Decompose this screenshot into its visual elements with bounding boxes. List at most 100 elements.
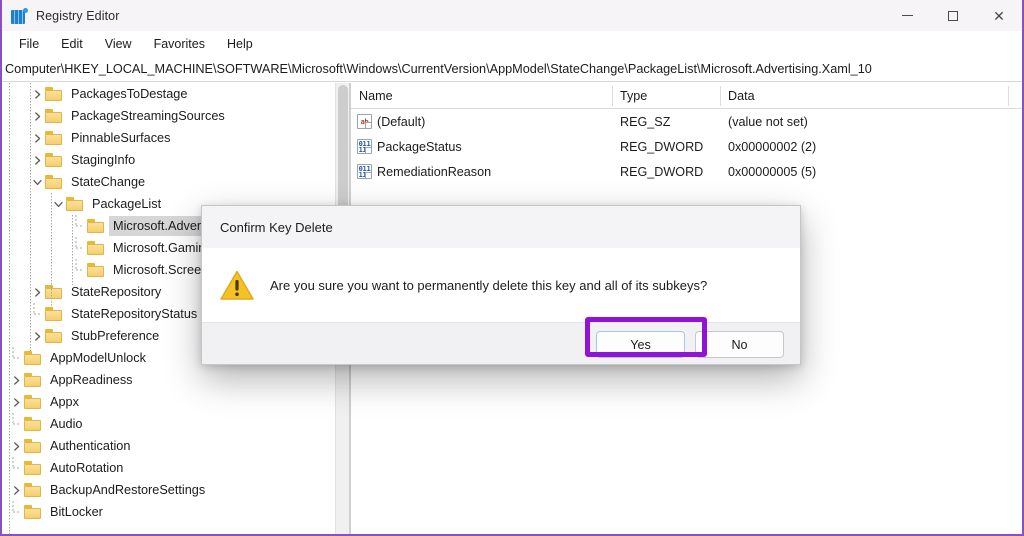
folder-icon: [45, 109, 62, 123]
column-header-end-divider: [1008, 86, 1009, 106]
tree-indent-spacer: [2, 83, 29, 105]
tree-leaf-connector: [71, 237, 87, 259]
close-icon: ✕: [993, 7, 1005, 24]
folder-icon: [24, 417, 41, 431]
dword-value-icon: 011 110: [357, 164, 372, 179]
tree-item-staginginfo[interactable]: StagingInfo: [2, 149, 335, 171]
column-header-data[interactable]: Data: [720, 83, 1008, 109]
tree-item-appreadiness[interactable]: AppReadiness: [2, 369, 335, 391]
tree-item-statechange[interactable]: StateChange: [2, 171, 335, 193]
value-row[interactable]: 011 110 PackageStatus REG_DWORD 0x00000002 (…: [351, 134, 1022, 159]
folder-icon: [24, 505, 41, 519]
tree-indent-spacer: [2, 325, 29, 347]
folder-icon: [45, 285, 62, 299]
tree-item-label: Appx: [50, 395, 79, 409]
chevron-right-icon[interactable]: [8, 479, 24, 501]
value-data: 0x00000002 (2): [728, 139, 817, 154]
chevron-right-icon[interactable]: [29, 127, 45, 149]
tree-item-label: PackagesToDestage: [71, 87, 188, 101]
value-data: 0x00000005 (5): [728, 164, 817, 179]
tree-indent-spacer: [2, 149, 29, 171]
tree-item-label-wrap: StagingInfo: [67, 150, 139, 170]
tree-item-label: AppReadiness: [50, 373, 133, 387]
registry-editor-icon: [11, 7, 28, 24]
tree-guide-line: [72, 215, 73, 285]
tree-indent-spacer: [2, 303, 29, 325]
maximize-button[interactable]: [930, 0, 976, 31]
chevron-right-icon[interactable]: [8, 391, 24, 413]
tree-item-label: Audio: [50, 417, 83, 431]
tree-item-label-wrap: AppModelUnlock: [46, 348, 150, 368]
menu-item-help[interactable]: Help: [216, 34, 264, 54]
column-header-name[interactable]: Name: [351, 83, 612, 109]
column-header-type[interactable]: Type: [612, 83, 720, 109]
folder-icon: [24, 439, 41, 453]
tree-item-bitlocker[interactable]: BitLocker: [2, 501, 335, 523]
tree-leaf-connector: [8, 501, 24, 523]
title-bar: Registry Editor ✕: [2, 0, 1022, 31]
value-data: (value not set): [728, 114, 808, 129]
chevron-down-icon[interactable]: [29, 171, 45, 193]
menu-item-view[interactable]: View: [94, 34, 143, 54]
value-name-cell: 011 110 RemediationReason: [351, 164, 612, 179]
value-type: REG_SZ: [620, 114, 671, 129]
folder-icon: [24, 373, 41, 387]
chevron-right-icon[interactable]: [29, 325, 45, 347]
tree-item-label-wrap: PinnableSurfaces: [67, 128, 174, 148]
tree-indent-spacer: [2, 281, 29, 303]
window-controls: ✕: [884, 0, 1022, 31]
tree-item-authentication[interactable]: Authentication: [2, 435, 335, 457]
tree-item-label-wrap: StubPreference: [67, 326, 163, 346]
menu-item-edit[interactable]: Edit: [50, 34, 94, 54]
tree-item-appx[interactable]: Appx: [2, 391, 335, 413]
address-bar[interactable]: Computer\HKEY_LOCAL_MACHINE\SOFTWARE\Mic…: [2, 57, 1022, 82]
chevron-right-icon[interactable]: [29, 83, 45, 105]
minimize-button[interactable]: [884, 0, 930, 31]
chevron-right-icon[interactable]: [29, 105, 45, 127]
tree-item-pinnablesurfaces[interactable]: PinnableSurfaces: [2, 127, 335, 149]
yes-button[interactable]: Yes: [596, 331, 685, 358]
chevron-right-icon[interactable]: [29, 281, 45, 303]
tree-item-label: AutoRotation: [50, 461, 124, 475]
dialog-footer: Yes No: [202, 322, 800, 364]
tree-item-label-wrap: PackageList: [88, 194, 165, 214]
value-row[interactable]: 011 110 RemediationReason REG_DWORD 0x000000…: [351, 159, 1022, 184]
tree-item-backupandrestoresettings[interactable]: BackupAndRestoreSettings: [2, 479, 335, 501]
tree-item-packagestreamingsources[interactable]: PackageStreamingSources: [2, 105, 335, 127]
tree-indent-spacer: [2, 259, 71, 281]
menu-item-file[interactable]: File: [8, 34, 50, 54]
chevron-right-icon[interactable]: [8, 369, 24, 391]
folder-icon: [45, 329, 62, 343]
tree-item-label-wrap: Audio: [46, 414, 86, 434]
folder-icon: [87, 263, 104, 277]
tree-item-autorotation[interactable]: AutoRotation: [2, 457, 335, 479]
chevron-right-icon[interactable]: [8, 435, 24, 457]
value-name-cell: 011 110 PackageStatus: [351, 139, 612, 154]
tree-item-label: Authentication: [50, 439, 131, 453]
window-title: Registry Editor: [36, 8, 120, 23]
value-name: (Default): [377, 114, 426, 129]
menu-bar: File Edit View Favorites Help: [2, 31, 1022, 57]
tree-item-label-wrap: AppReadiness: [46, 370, 137, 390]
close-button[interactable]: ✕: [976, 0, 1022, 31]
tree-item-packagestodestage[interactable]: PackagesToDestage: [2, 83, 335, 105]
folder-icon: [45, 175, 62, 189]
no-button[interactable]: No: [695, 331, 784, 358]
menu-item-favorites[interactable]: Favorites: [143, 34, 216, 54]
folder-icon: [24, 351, 41, 365]
tree-leaf-connector: [71, 215, 87, 237]
tree-leaf-connector: [8, 413, 24, 435]
tree-item-label: StateRepositoryStatus: [71, 307, 198, 321]
tree-guide-line: [30, 83, 31, 351]
registry-editor-window: Registry Editor ✕ File Edit View Favorit…: [0, 0, 1024, 536]
chevron-right-icon[interactable]: [29, 149, 45, 171]
chevron-down-icon[interactable]: [50, 193, 66, 215]
tree-item-audio[interactable]: Audio: [2, 413, 335, 435]
folder-icon: [24, 395, 41, 409]
value-row[interactable]: ab (Default) REG_SZ (value not set): [351, 109, 1022, 134]
dialog-title-bar: Confirm Key Delete: [202, 206, 800, 248]
tree-indent-spacer: [2, 127, 29, 149]
tree-item-label: PackageList: [92, 197, 162, 211]
tree-leaf-connector: [71, 259, 87, 281]
tree-item-label-wrap: PackageStreamingSources: [67, 106, 229, 126]
